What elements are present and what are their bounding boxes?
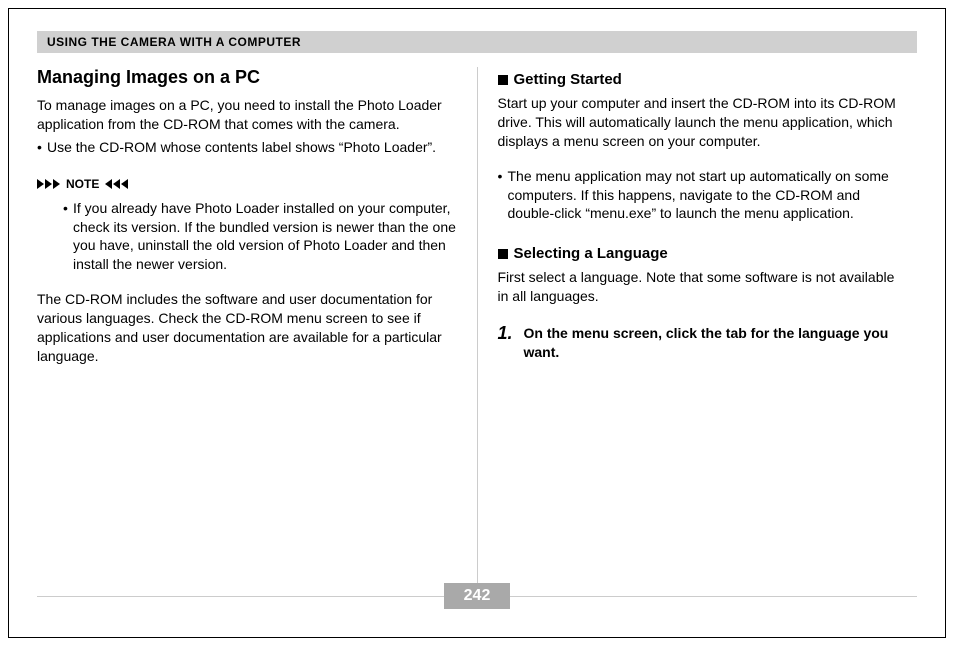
step-number: 1. [498,324,524,362]
bullet-text: Use the CD-ROM whose contents label show… [47,138,436,157]
subheading-getting-started: Getting Started [498,71,908,88]
right-column: Getting Started Start up your computer a… [478,67,918,587]
step-text: On the menu screen, click the tab for th… [524,324,908,362]
subheading-text: Selecting a Language [514,245,668,262]
bullet-icon: • [498,167,508,224]
subheading-text: Getting Started [514,71,622,88]
footer-line-right [510,596,917,597]
note-deco-left-icon [37,179,60,189]
square-bullet-icon [498,75,508,85]
bullet-text: The menu application may not start up au… [508,167,908,224]
note-heading: NOTE [37,177,457,191]
page-number: 242 [444,583,511,609]
column-container: Managing Images on a PC To manage images… [37,67,917,587]
page-frame: USING THE CAMERA WITH A COMPUTER Managin… [8,8,946,638]
body-paragraph: First select a language. Note that some … [498,268,908,306]
step-item: 1. On the menu screen, click the tab for… [498,324,908,362]
note-body: • If you already have Photo Loader insta… [37,199,457,275]
footer-line-left [37,596,444,597]
body-paragraph: The CD-ROM includes the software and use… [37,290,457,366]
body-paragraph: Start up your computer and insert the CD… [498,94,908,151]
bullet-icon: • [37,138,47,157]
subheading-selecting-language: Selecting a Language [498,245,908,262]
square-bullet-icon [498,249,508,259]
note-bullet-text: If you already have Photo Loader install… [73,199,457,275]
section-header: USING THE CAMERA WITH A COMPUTER [37,31,917,53]
list-item: • If you already have Photo Loader insta… [63,199,457,275]
note-label: NOTE [66,177,99,191]
note-deco-right-icon [105,179,128,189]
bullet-icon: • [63,199,73,275]
page-footer: 242 [37,583,917,609]
left-column: Managing Images on a PC To manage images… [37,67,477,587]
list-item: • The menu application may not start up … [498,167,908,224]
list-item: • Use the CD-ROM whose contents label sh… [37,138,457,157]
page-title: Managing Images on a PC [37,67,457,88]
intro-paragraph: To manage images on a PC, you need to in… [37,96,457,134]
